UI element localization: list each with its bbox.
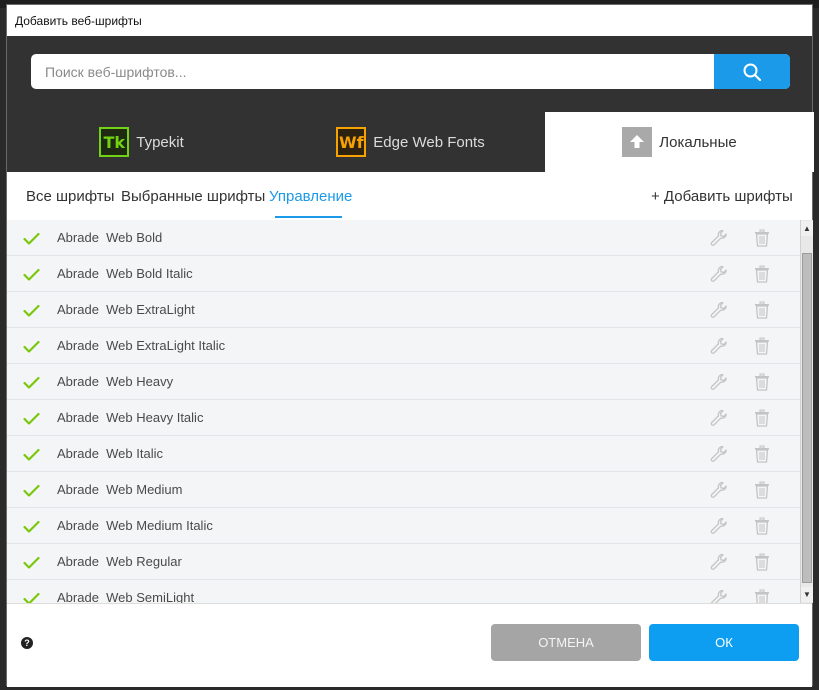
wrench-icon[interactable] — [710, 589, 729, 603]
checkmark-icon — [23, 556, 40, 575]
font-row[interactable]: Abrade Web Bold Italic — [7, 256, 800, 292]
font-row[interactable]: Abrade Web Bold — [7, 220, 800, 256]
font-name: Abrade Web Regular — [57, 554, 182, 569]
checkmark-icon — [23, 304, 40, 323]
wrench-icon[interactable] — [710, 553, 729, 577]
trash-icon[interactable] — [754, 301, 770, 324]
trash-icon[interactable] — [754, 337, 770, 360]
help-icon[interactable]: ? — [21, 637, 33, 649]
wrench-icon[interactable] — [710, 229, 729, 253]
tab-typekit[interactable]: Tk Typekit — [7, 112, 276, 172]
edge-web-fonts-logo-icon: Wf — [336, 127, 367, 157]
active-subnav-underline — [275, 216, 342, 218]
tab-local-label: Локальные — [659, 133, 737, 151]
font-name: Abrade Web ExtraLight — [57, 302, 195, 317]
font-row[interactable]: Abrade Web Medium Italic — [7, 508, 800, 544]
checkmark-icon — [23, 520, 40, 539]
scroll-thumb[interactable] — [802, 253, 812, 583]
scroll-down-arrow[interactable]: ▼ — [801, 587, 813, 602]
subnav-all-fonts[interactable]: Все шрифты — [26, 188, 114, 205]
font-name: Abrade Web Heavy Italic — [57, 410, 204, 425]
font-name: Abrade Web Bold — [57, 230, 163, 245]
window-title: Добавить веб-шрифты — [7, 5, 812, 36]
font-name: Abrade Web Medium — [57, 482, 183, 497]
checkmark-icon — [23, 340, 40, 359]
cancel-button[interactable]: ОТМЕНА — [491, 624, 641, 661]
font-name: Abrade Web Italic — [57, 446, 163, 461]
search-button[interactable] — [714, 54, 790, 89]
upload-icon — [622, 127, 653, 157]
add-web-fonts-dialog: Добавить веб-шрифты Tk Typekit Wf Edge W… — [6, 4, 814, 687]
trash-icon[interactable] — [754, 373, 770, 396]
tab-edge-web-fonts[interactable]: Wf Edge Web Fonts — [276, 112, 545, 172]
sub-navigation: Все шрифты Выбранные шрифты Управление +… — [7, 172, 812, 220]
font-row[interactable]: Abrade Web Italic — [7, 436, 800, 472]
add-fonts-button[interactable]: + Добавить шрифты — [651, 188, 793, 205]
wrench-icon[interactable] — [710, 301, 729, 325]
checkmark-icon — [23, 268, 40, 287]
trash-icon[interactable] — [754, 265, 770, 288]
trash-icon[interactable] — [754, 409, 770, 432]
font-name: Abrade Web Heavy — [57, 374, 174, 389]
search-input[interactable] — [31, 54, 714, 89]
wrench-icon[interactable] — [710, 409, 729, 433]
checkmark-icon — [23, 448, 40, 467]
wrench-icon[interactable] — [710, 265, 729, 289]
wrench-icon[interactable] — [710, 373, 729, 397]
trash-icon[interactable] — [754, 589, 770, 603]
trash-icon[interactable] — [754, 229, 770, 252]
trash-icon[interactable] — [754, 553, 770, 576]
search-bar — [31, 54, 790, 89]
font-row[interactable]: Abrade Web Heavy — [7, 364, 800, 400]
font-name: Abrade Web ExtraLight Italic — [57, 338, 226, 353]
scroll-up-arrow[interactable]: ▲ — [801, 221, 813, 236]
font-row[interactable]: Abrade Web SemiLight — [7, 580, 800, 603]
wrench-icon[interactable] — [710, 481, 729, 505]
subnav-manage[interactable]: Управление — [269, 188, 352, 205]
checkmark-icon — [23, 376, 40, 395]
wrench-icon[interactable] — [710, 445, 729, 469]
tab-edge-web-fonts-label: Edge Web Fonts — [373, 133, 485, 151]
source-tabs: Tk Typekit Wf Edge Web Fonts Локальные — [7, 112, 814, 172]
dialog-footer: ? ОТМЕНА ОК — [7, 603, 812, 687]
dialog-header: Tk Typekit Wf Edge Web Fonts Локальные — [7, 36, 814, 172]
font-list: Abrade Web Bold Abrade Web Bold Italic Abr… — [7, 220, 800, 603]
wrench-icon[interactable] — [710, 517, 729, 541]
font-name: Abrade Web Bold Italic — [57, 266, 193, 281]
checkmark-icon — [23, 412, 40, 431]
subnav-selected-fonts[interactable]: Выбранные шрифты — [121, 188, 265, 205]
checkmark-icon — [23, 592, 40, 603]
font-row[interactable]: Abrade Web Regular — [7, 544, 800, 580]
tab-local[interactable]: Локальные — [545, 112, 814, 172]
typekit-logo-icon: Tk — [99, 127, 130, 157]
ok-button[interactable]: ОК — [649, 624, 799, 661]
trash-icon[interactable] — [754, 481, 770, 504]
font-row[interactable]: Abrade Web ExtraLight Italic — [7, 328, 800, 364]
font-row[interactable]: Abrade Web Medium — [7, 472, 800, 508]
search-icon — [743, 63, 761, 81]
font-row[interactable]: Abrade Web ExtraLight — [7, 292, 800, 328]
trash-icon[interactable] — [754, 445, 770, 468]
font-row[interactable]: Abrade Web Heavy Italic — [7, 400, 800, 436]
font-name: Abrade Web Medium Italic — [57, 518, 213, 533]
font-name: Abrade Web SemiLight — [57, 590, 195, 603]
checkmark-icon — [23, 232, 40, 251]
tab-typekit-label: Typekit — [136, 133, 184, 151]
wrench-icon[interactable] — [710, 337, 729, 361]
scrollbar[interactable]: ▲ ▼ — [800, 220, 813, 603]
trash-icon[interactable] — [754, 517, 770, 540]
checkmark-icon — [23, 484, 40, 503]
